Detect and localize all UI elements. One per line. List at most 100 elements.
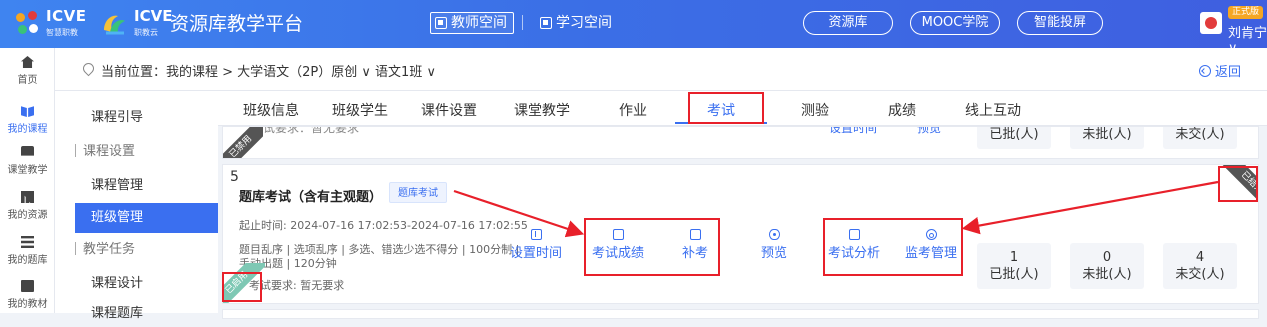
books-icon <box>21 191 34 203</box>
side-item-class-management[interactable]: 班级管理 <box>75 203 218 233</box>
stat-label: 未批(人) <box>1082 127 1132 142</box>
preview-button[interactable]: 预览 <box>761 229 787 261</box>
stat-label: 未交(人) <box>1175 127 1225 142</box>
teacher-space-icon <box>435 17 447 29</box>
breadcrumb: 当前位置：我的课程 > 大学语文（2P）原创 ∨ 语文1班 ∨ 返回 <box>55 48 1267 91</box>
avatar[interactable] <box>1200 12 1222 34</box>
back-label: 返回 <box>1214 65 1241 80</box>
rail-label: 课堂教学 <box>7 165 48 176</box>
action-label: 考试分析 <box>828 246 881 261</box>
makeup-exam-button[interactable]: 补考 <box>682 229 708 261</box>
side-group-course-settings: 课程设置 <box>75 139 218 165</box>
rail-item-home[interactable]: 首页 <box>0 56 55 86</box>
tab-online-interaction[interactable]: 线上互动 <box>965 100 1021 120</box>
resource-library-button[interactable]: 资源库 <box>803 11 893 35</box>
scores-icon <box>612 229 624 240</box>
proctor-management-button[interactable]: 监考管理 <box>905 229 957 261</box>
tab-courseware-settings[interactable]: 课件设置 <box>421 100 477 120</box>
stat-graded: 1 已批(人) <box>977 243 1051 289</box>
rail-label: 我的资源 <box>7 210 48 221</box>
stat-value: 0 <box>1102 250 1112 265</box>
action-label: 监考管理 <box>905 246 958 261</box>
exam-card-next <box>222 309 1259 319</box>
exam-settings-line1: 题目乱序 | 选项乱序 | 多选、错选少选不得分 | 100分制 | <box>239 243 520 256</box>
book-open-icon <box>21 106 34 117</box>
tab-homework[interactable]: 作业 <box>619 100 647 120</box>
exam-title: 题库考试（含有主观题） <box>239 190 383 205</box>
stat-ungraded: 0 未批(人) <box>1070 243 1144 289</box>
exam-list: 考试要求：暂无要求 设置时间 预览 已批(人) 未批(人) 未交(人) 已禁用 … <box>218 126 1267 319</box>
enabled-ribbon-label: 已启用 <box>223 263 265 303</box>
course-side-menu: 课程引导 课程设置 课程管理 班级管理 教学任务 课程设计 课程题库 <box>55 91 218 321</box>
set-time-button[interactable]: 设置时间 <box>510 229 562 261</box>
exam-scores-button[interactable]: 考试成绩 <box>592 229 644 261</box>
class-tab-bar: 班级信息 班级学生 课件设置 课堂教学 作业 考试 测验 成绩 线上互动 <box>218 91 1267 126</box>
prev-set-time-button[interactable]: 设置时间 <box>829 127 877 136</box>
rail-item-question-bank[interactable]: 我的题库 <box>0 236 55 266</box>
teacher-space-button[interactable]: 教师空间 <box>430 12 514 34</box>
exam-index: 5 <box>230 169 239 185</box>
proctor-icon <box>925 229 937 240</box>
rail-label: 我的题库 <box>7 255 48 266</box>
exam-time-range: 起止时间: 2024-07-16 17:02:53-2024-07-16 17:… <box>239 219 528 232</box>
stat-label: 已批(人) <box>989 127 1039 142</box>
action-label: 补考 <box>682 246 709 261</box>
rail-item-my-resources[interactable]: 我的资源 <box>0 191 55 221</box>
side-item-course-design[interactable]: 课程设计 <box>75 271 218 297</box>
divider <box>522 15 523 30</box>
makeup-exam-icon <box>689 229 701 240</box>
action-label: 设置时间 <box>510 246 563 261</box>
tab-classroom-teaching[interactable]: 课堂教学 <box>514 100 570 120</box>
icve-cloud-logo-icon[interactable] <box>100 10 128 38</box>
rail-label: 我的教材 <box>7 299 48 310</box>
icve-smart-logo-icon[interactable] <box>14 10 42 38</box>
rail-item-my-courses[interactable]: 我的课程 <box>0 105 55 135</box>
prev-stat-ungraded: 未批(人) <box>1070 127 1144 149</box>
tab-grades[interactable]: 成绩 <box>888 100 916 120</box>
student-space-button[interactable]: 学习空间 <box>536 12 618 34</box>
ended-ribbon: 已结束 <box>1218 165 1258 205</box>
analysis-chart-icon <box>848 229 860 240</box>
rail-label: 我的课程 <box>7 124 48 135</box>
back-arrow-icon <box>1198 64 1211 77</box>
prev-preview-button[interactable]: 预览 <box>917 127 941 136</box>
smart-screen-button[interactable]: 智能投屏 <box>1017 11 1103 35</box>
back-link[interactable]: 返回 <box>1198 61 1241 80</box>
tab-quiz[interactable]: 测验 <box>801 100 829 120</box>
side-item-course-question-bank[interactable]: 课程题库 <box>75 301 218 327</box>
prev-stat-graded: 已批(人) <box>977 127 1051 149</box>
top-navigation-bar: ICVE 智慧职教 ICVE 职教云 资源库教学平台 教师空间 学习空间 资源库… <box>0 0 1267 56</box>
disabled-ribbon: 已禁用 <box>223 127 263 158</box>
exam-analysis-button[interactable]: 考试分析 <box>828 229 880 261</box>
prev-stat-unsubmitted: 未交(人) <box>1163 127 1237 149</box>
logo-subtext: 智慧职教 <box>46 28 78 37</box>
student-space-label: 学习空间 <box>556 15 612 31</box>
disabled-ribbon-label: 已禁用 <box>223 127 263 158</box>
side-item-course-guide[interactable]: 课程引导 <box>75 105 218 131</box>
tab-class-info[interactable]: 班级信息 <box>243 100 299 120</box>
official-version-badge: 正式版 <box>1228 6 1264 19</box>
side-item-course-management[interactable]: 课程管理 <box>75 173 218 199</box>
stat-value: 1 <box>1009 250 1019 265</box>
action-label: 预览 <box>761 246 788 261</box>
breadcrumb-text[interactable]: 当前位置：我的课程 > 大学语文（2P）原创 ∨ 语文1班 ∨ <box>101 61 436 80</box>
tab-exam[interactable]: 考试 <box>707 100 735 120</box>
prev-exam-requirement: 考试要求：暂无要求 <box>251 126 360 135</box>
logo-text-icve: ICVE <box>46 7 87 25</box>
exam-card-previous: 考试要求：暂无要求 设置时间 预览 已批(人) 未批(人) 未交(人) 已禁用 <box>222 126 1259 159</box>
action-label: 考试成绩 <box>592 246 645 261</box>
enabled-ribbon: 已启用 <box>223 263 265 303</box>
exam-card: 5 题库考试（含有主观题） 题库考试 起止时间: 2024-07-16 17:0… <box>222 164 1259 304</box>
rail-item-classroom[interactable]: 课堂教学 <box>0 146 55 176</box>
rail-item-textbooks[interactable]: 我的教材 <box>0 280 55 310</box>
home-icon <box>21 56 34 68</box>
rail-label: 首页 <box>17 75 38 86</box>
ended-ribbon-label: 已结束 <box>1218 165 1258 205</box>
logo-text-icve-cloud: ICVE <box>134 7 173 25</box>
tab-class-students[interactable]: 班级学生 <box>332 100 388 120</box>
location-pin-icon <box>80 60 97 77</box>
active-tab-underline <box>675 122 767 124</box>
stat-unsubmitted: 4 未交(人) <box>1163 243 1237 289</box>
stat-label: 已批(人) <box>989 267 1039 282</box>
mooc-college-button[interactable]: MOOC学院 <box>910 11 1000 35</box>
